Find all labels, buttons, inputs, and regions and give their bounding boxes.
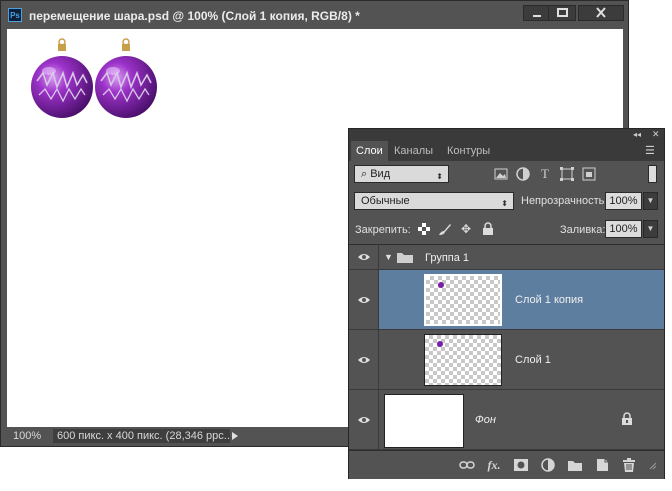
visibility-toggle[interactable] — [349, 390, 379, 449]
delete-layer-icon[interactable] — [621, 457, 637, 473]
eye-icon — [357, 416, 370, 423]
close-button[interactable] — [578, 5, 624, 21]
status-menu-arrow-icon[interactable] — [232, 432, 238, 440]
lock-all-icon[interactable] — [480, 221, 496, 237]
opacity-input[interactable]: 100% — [605, 192, 642, 210]
minimize-button[interactable] — [523, 5, 551, 21]
add-mask-icon[interactable] — [513, 457, 529, 473]
image-filter-icon[interactable] — [493, 166, 509, 182]
shape-filter-icon[interactable] — [559, 166, 575, 182]
panel-tab-bar: Слои Каналы Контуры ☰ — [349, 141, 664, 161]
layer-row[interactable]: Слой 1 — [349, 330, 664, 390]
blend-mode-select[interactable]: Обычные ⬍ — [354, 192, 514, 210]
resize-grip-icon[interactable] — [649, 461, 657, 470]
layer-thumbnail[interactable] — [424, 274, 502, 326]
opacity-label: Непрозрачность: — [521, 195, 608, 207]
updown-arrow-icon: ⬍ — [436, 172, 443, 181]
new-group-icon[interactable] — [567, 457, 583, 473]
lock-image-icon[interactable] — [437, 221, 453, 237]
close-icon — [596, 7, 606, 18]
opacity-slider-arrow-icon[interactable]: ▼ — [643, 192, 658, 210]
blend-mode-value: Обычные — [361, 195, 410, 207]
layer-lock-icon[interactable] — [621, 412, 633, 429]
photoshop-logo-icon: Ps — [8, 8, 22, 22]
filter-toggle-switch[interactable] — [648, 165, 657, 183]
maximize-button[interactable] — [548, 5, 576, 21]
layer-row-group[interactable]: ▼ Группа 1 — [349, 245, 664, 270]
document-info[interactable]: 600 пикс. x 400 пикс. (28,346 ppc... — [53, 429, 230, 443]
layer-name: Слой 1 — [515, 354, 551, 366]
fill-label: Заливка: — [560, 224, 606, 236]
adjustment-filter-icon[interactable] — [515, 166, 531, 182]
fill-slider-arrow-icon[interactable]: ▼ — [643, 220, 658, 238]
fill-input[interactable]: 100% — [605, 220, 642, 238]
lock-transparent-icon[interactable] — [416, 221, 432, 237]
visibility-toggle[interactable] — [349, 245, 379, 269]
smart-object-filter-icon[interactable] — [581, 166, 597, 182]
eye-icon — [357, 296, 370, 303]
ornament-thumb — [437, 341, 443, 347]
group-expand-arrow-icon[interactable]: ▼ — [384, 252, 393, 262]
eye-icon — [357, 356, 370, 363]
tab-channels[interactable]: Каналы — [389, 141, 438, 161]
eye-icon — [357, 254, 370, 260]
ornament-thumb — [438, 282, 444, 288]
new-layer-icon[interactable] — [594, 457, 610, 473]
layer-name: Слой 1 копия — [515, 294, 584, 306]
tab-paths[interactable]: Контуры — [442, 141, 495, 161]
lock-label: Закрепить: — [355, 224, 411, 236]
search-icon: ⌕ — [361, 168, 371, 180]
panel-menu-icon[interactable]: ☰ — [645, 144, 655, 157]
visibility-toggle[interactable] — [349, 330, 379, 389]
layers-list: ▼ Группа 1 Слой 1 копия Слой 1 Фон — [349, 244, 664, 450]
filter-type-value: Вид — [370, 168, 391, 180]
panel-bottom-toolbar: fx. — [349, 450, 664, 479]
ornaments-image — [31, 38, 157, 118]
layer-thumbnail[interactable] — [384, 394, 464, 448]
document-title-bar[interactable]: Ps перемещение шара.psd @ 100% (Слой 1 к… — [1, 1, 628, 29]
layer-thumbnail[interactable] — [424, 334, 502, 386]
document-title: перемещение шара.psd @ 100% (Слой 1 копи… — [29, 9, 360, 23]
new-adjustment-icon[interactable] — [540, 457, 556, 473]
layers-panel: ◂◂ ✕ Слои Каналы Контуры ☰ ⌕ Вид ⬍ T Обы… — [348, 128, 665, 479]
tab-layers[interactable]: Слои — [351, 141, 388, 161]
layer-row-selected[interactable]: Слой 1 копия — [349, 270, 664, 330]
link-layers-icon[interactable] — [459, 457, 475, 473]
ornament-1 — [31, 38, 93, 118]
updown-arrow-icon: ⬍ — [501, 199, 508, 208]
panel-header-strip[interactable]: ◂◂ ✕ — [349, 129, 664, 141]
filter-type-select[interactable]: ⌕ Вид ⬍ — [354, 165, 449, 183]
folder-icon — [396, 250, 414, 267]
layer-name: Фон — [475, 414, 496, 426]
maximize-icon — [557, 8, 568, 17]
layer-row-background[interactable]: Фон — [349, 390, 664, 450]
type-filter-icon[interactable]: T — [537, 166, 553, 182]
lock-position-icon[interactable]: ✥ — [458, 221, 474, 237]
layer-name: Группа 1 — [425, 252, 470, 264]
collapse-panel-icon[interactable]: ◂◂ — [633, 130, 641, 139]
minimize-icon — [533, 15, 541, 17]
visibility-toggle[interactable] — [349, 270, 379, 329]
ornament-2 — [95, 38, 157, 118]
fx-icon[interactable]: fx. — [486, 457, 502, 473]
zoom-level[interactable]: 100% — [13, 430, 51, 443]
panel-close-icon[interactable]: ✕ — [652, 129, 660, 140]
